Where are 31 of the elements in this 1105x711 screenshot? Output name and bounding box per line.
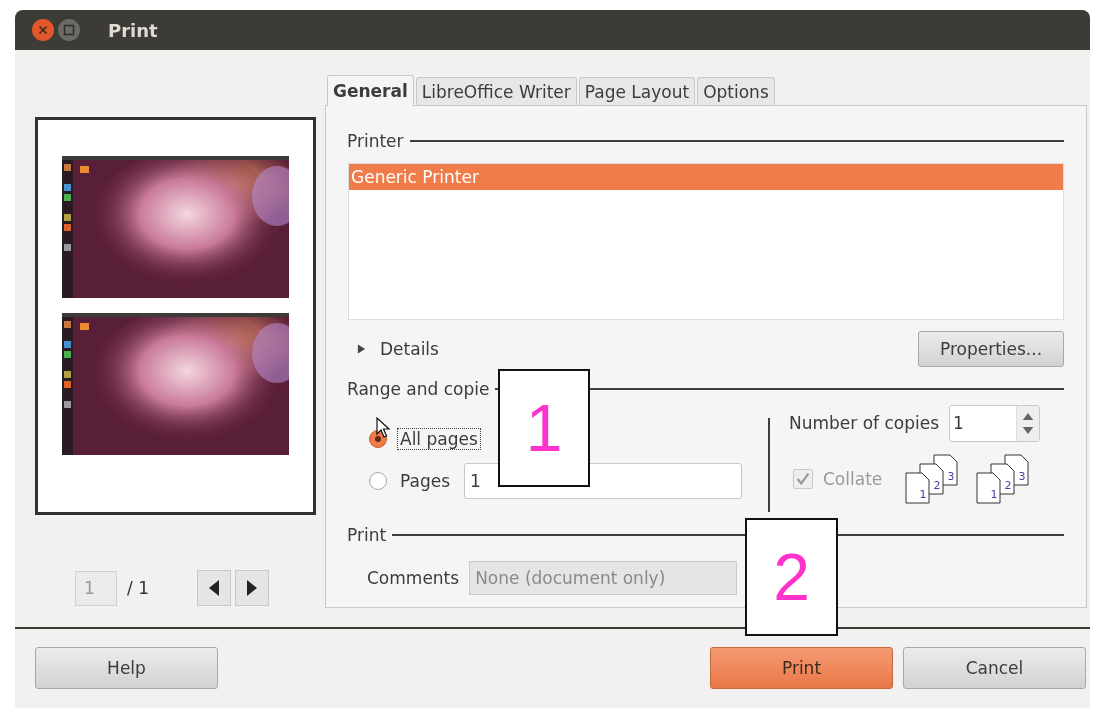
section-heading: Print	[347, 525, 387, 545]
expander-icon[interactable]	[357, 344, 366, 354]
radio-label[interactable]: All pages	[398, 429, 480, 449]
tab[interactable]: LibreOffice Writer	[415, 77, 577, 105]
close-icon[interactable]	[32, 19, 54, 41]
left-triangle-icon	[207, 579, 220, 597]
tab[interactable]: General	[327, 75, 414, 106]
dialog-button[interactable]: Print	[710, 647, 893, 689]
comments-label: Comments	[367, 568, 460, 588]
dialog-button[interactable]: Cancel	[903, 647, 1086, 689]
window-title: Print	[108, 19, 158, 41]
radio-button[interactable]	[369, 472, 387, 490]
tab[interactable]: Options	[697, 77, 775, 105]
section-heading: Printer	[347, 131, 404, 151]
callout-tooltip: 2	[745, 518, 838, 636]
properties-button[interactable]: Properties...	[918, 331, 1064, 367]
maximize-icon[interactable]	[58, 19, 80, 41]
previous-page-button[interactable]	[196, 570, 231, 606]
copies-label: Number of copies	[789, 413, 940, 433]
callout-tooltip: 1	[498, 369, 590, 487]
pointer-icon	[376, 417, 390, 439]
copies-spin-field[interactable]: 1	[949, 404, 1041, 442]
dialog-button[interactable]: Help	[35, 647, 218, 689]
spin-arrows-icon[interactable]	[1016, 405, 1040, 441]
radio-label[interactable]: Pages	[398, 471, 452, 491]
section-heading: Range and copie	[347, 379, 490, 399]
page-total: / 1	[127, 578, 149, 598]
details-label[interactable]: Details	[380, 339, 439, 359]
next-page-button[interactable]	[234, 570, 269, 606]
right-triangle-icon	[245, 579, 258, 597]
tab[interactable]: Page Layout	[578, 77, 696, 105]
